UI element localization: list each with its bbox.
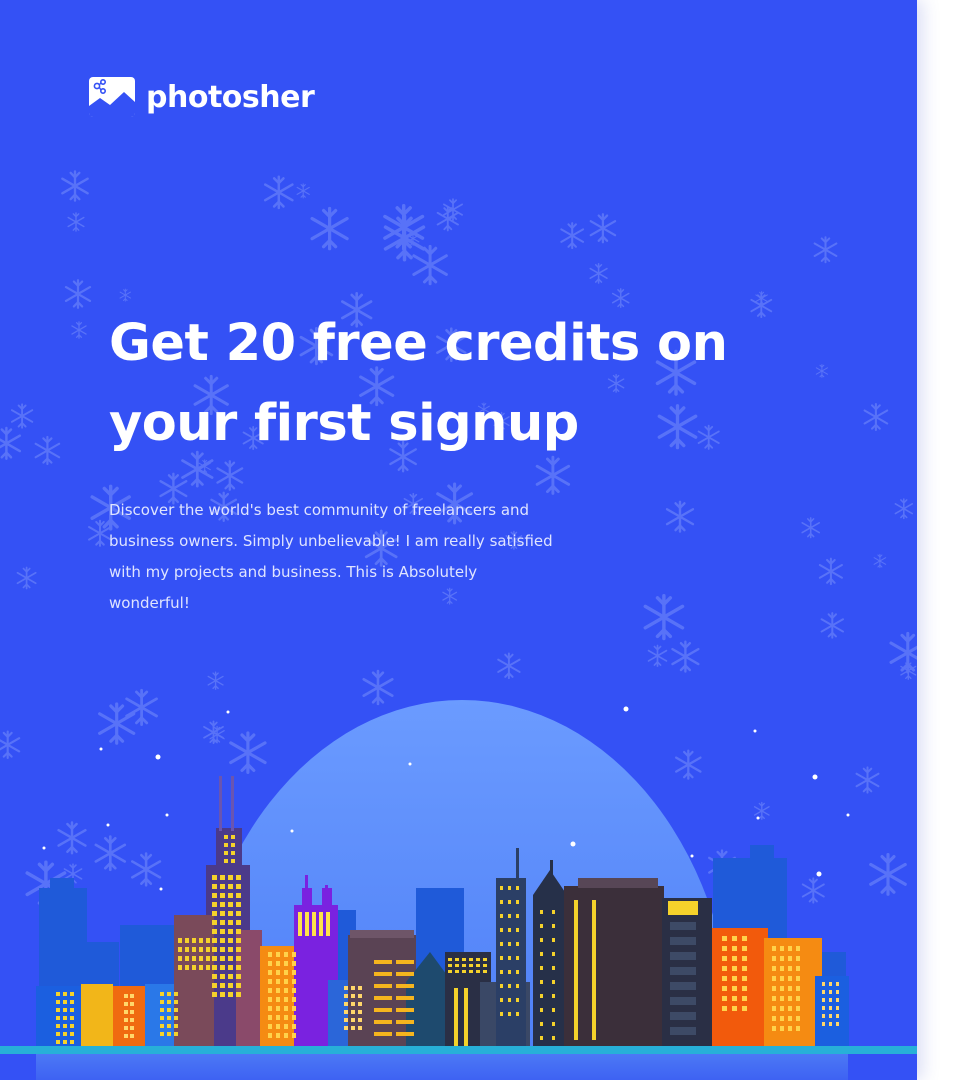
headline-line-2: your first signup: [109, 394, 579, 453]
city-reflection: [36, 1054, 848, 1080]
brand-name: photosher: [146, 79, 315, 115]
headline-line-1: Get 20 free credits on: [109, 314, 728, 373]
ground-line: [0, 1046, 917, 1054]
night-city-skyline: [36, 700, 850, 1050]
signup-promo-panel: photosher Get 20 free credits on your fi…: [0, 0, 917, 1080]
promo-description: Discover the world's best community of f…: [109, 501, 553, 612]
photo-share-icon: [89, 77, 135, 117]
promo-headline: Get 20 free credits on your first signup: [109, 304, 809, 464]
brand-logo[interactable]: photosher: [88, 76, 315, 118]
